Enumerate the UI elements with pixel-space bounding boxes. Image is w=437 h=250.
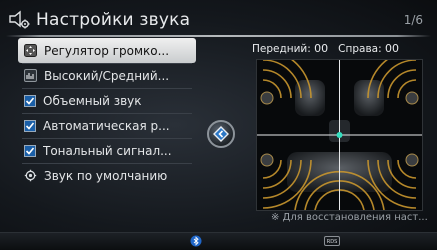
menu-item-volume-balance[interactable]: Регулятор громко...	[18, 38, 196, 63]
settings-menu: Регулятор громко... Высокий/Средний... О…	[18, 38, 196, 188]
panel-switch-button[interactable]	[207, 120, 235, 148]
screen: Настройки звука 1/6 Регулятор громко... …	[0, 0, 437, 250]
menu-item-label: Объемный звук	[43, 93, 142, 108]
balance-readout: Передний: 00 Справа: 00	[252, 42, 399, 55]
menu-item-eq[interactable]: Высокий/Средний...	[18, 63, 196, 88]
menu-item-default-sound[interactable]: Звук по умолчанию	[18, 163, 196, 188]
status-bar: RDS	[0, 232, 437, 250]
menu-item-label: Звук по умолчанию	[44, 168, 168, 183]
checkbox-checked-icon[interactable]	[24, 144, 36, 157]
rds-badge: RDS	[324, 236, 340, 246]
checkbox-checked-icon[interactable]	[24, 94, 36, 107]
menu-item-surround[interactable]: Объемный звук	[18, 88, 196, 113]
checkbox-checked-icon[interactable]	[24, 119, 36, 132]
bluetooth-icon	[190, 235, 202, 247]
header: Настройки звука 1/6	[8, 6, 429, 34]
menu-item-label: Тональный сигнал...	[43, 143, 172, 158]
front-value: 00	[314, 42, 329, 55]
dpad-icon	[24, 44, 37, 57]
page-title: Настройки звука	[36, 10, 191, 30]
right-value: 00	[384, 42, 399, 55]
menu-item-label: Автоматическая р...	[43, 118, 170, 133]
equalizer-icon	[24, 69, 37, 82]
page-indicator: 1/6	[403, 13, 423, 27]
right-label: Справа:	[338, 43, 382, 55]
front-label: Передний:	[252, 43, 311, 55]
header-divider	[6, 35, 431, 37]
menu-item-auto-volume[interactable]: Автоматическая р...	[18, 113, 196, 138]
speaker-settings-icon	[9, 10, 30, 29]
chevron-left-right-icon	[213, 126, 229, 142]
menu-item-label: Регулятор громко...	[44, 43, 170, 58]
restore-hint: ※ Для восстановления наст...	[271, 212, 428, 223]
reset-gear-icon	[24, 169, 37, 182]
balance-fader-area[interactable]	[256, 59, 423, 211]
menu-item-beep[interactable]: Тональный сигнал...	[18, 138, 196, 163]
car-seats-illustration	[257, 60, 422, 210]
menu-item-label: Высокий/Средний...	[44, 68, 170, 83]
